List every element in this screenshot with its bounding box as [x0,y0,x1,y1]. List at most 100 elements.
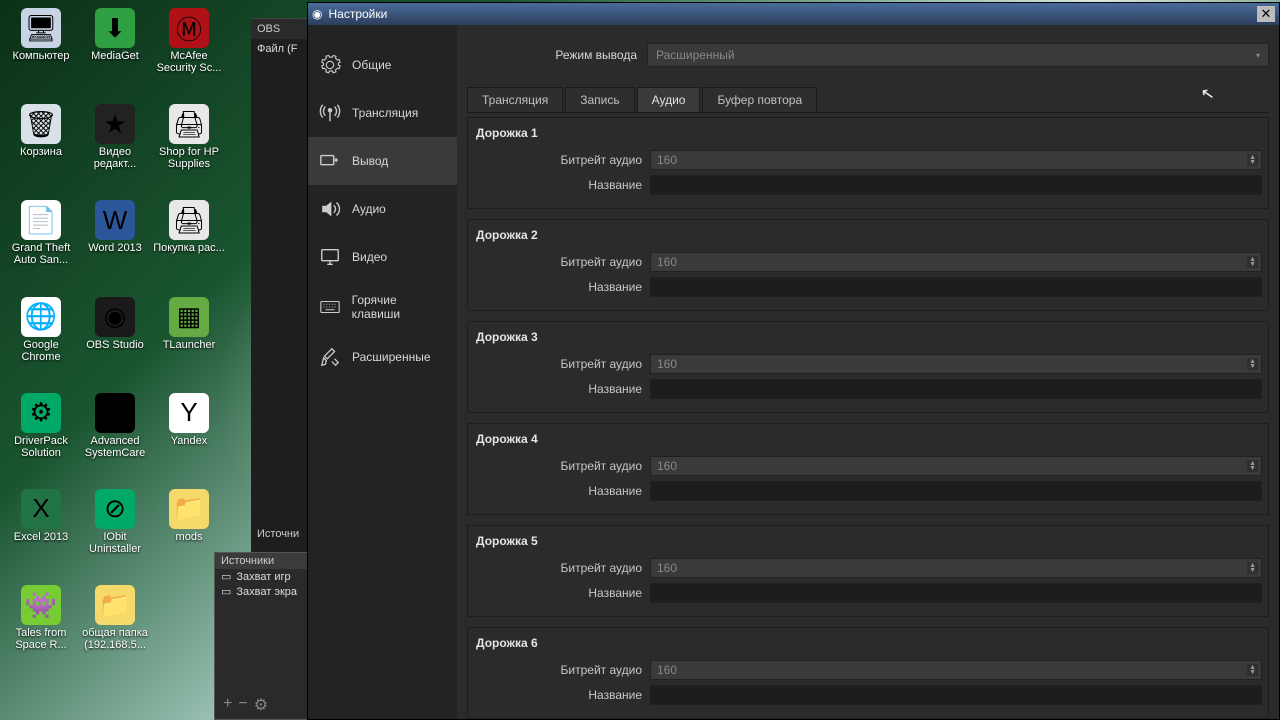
sources-panel[interactable]: Источники ▭Захват игр▭Захват экра + − ⚙ [214,552,310,720]
sidebar-item-label: Видео [352,250,387,264]
desktop-icon-label: DriverPack Solution [5,435,77,459]
trackname-input[interactable] [650,379,1262,399]
desktop-icon[interactable]: 🖨Shop for HP Supplies [152,104,226,170]
trackname-input[interactable] [650,277,1262,297]
desktop-icon[interactable]: ◯Advanced SystemCare [78,393,152,459]
desktop-icon-label: общая папка (192.168.5... [79,627,151,651]
desktop-icon[interactable]: ⊘IObit Uninstaller [78,489,152,555]
sidebar-item-label: Вывод [352,154,388,168]
spinner-icon[interactable]: ▲▼ [1247,562,1258,574]
source-item[interactable]: ▭Захват экра [215,584,309,599]
trackname-label: Название [474,688,650,702]
bitrate-label: Битрейт аудио [474,459,650,473]
source-label: Захват экра [236,586,297,598]
desktop-icon-label: Excel 2013 [14,531,68,543]
desktop-icon[interactable]: ◉OBS Studio [78,297,152,363]
app-icon: 🖨 [169,200,209,240]
desktop-icon-label: TLauncher [163,339,216,351]
bitrate-input[interactable]: 160 ▲▼ [650,558,1262,578]
tab-2[interactable]: Аудио [637,87,701,112]
sidebar-item-antenna[interactable]: Трансляция [308,89,457,137]
sidebar-item-label: Трансляция [352,106,418,120]
spinner-icon[interactable]: ▲▼ [1247,664,1258,676]
output-mode-combo[interactable]: Расширенный ▾ [647,43,1269,67]
bitrate-input[interactable]: 160 ▲▼ [650,456,1262,476]
desktop-icon[interactable]: 🖨 Покупка рас... [152,200,226,266]
obs-icon: ◉ [312,7,322,21]
app-icon: ▦ [169,297,209,337]
track-title: Дорожка 4 [476,432,1262,446]
desktop-icon-label: Покупка рас... [153,242,225,254]
bitrate-value: 160 [657,663,677,677]
bitrate-label: Битрейт аудио [474,663,650,677]
desktop-icon[interactable]: ⚙DriverPack Solution [4,393,78,459]
app-icon: 📁 [95,585,135,625]
bitrate-value: 160 [657,561,677,575]
sidebar-item-output[interactable]: Вывод [308,137,457,185]
spinner-icon[interactable]: ▲▼ [1247,460,1258,472]
desktop-icon-label: OBS Studio [86,339,143,351]
desktop-icon[interactable]: ▦ TLauncher [152,297,226,363]
bitrate-input[interactable]: 160 ▲▼ [650,660,1262,680]
remove-source-button[interactable]: − [238,695,247,715]
obs-menu-file[interactable]: Файл (F [251,39,311,59]
bitrate-label: Битрейт аудио [474,153,650,167]
desktop-icon-label: IObit Uninstaller [79,531,151,555]
tab-1[interactable]: Запись [565,87,634,112]
desktop-icon[interactable]: 👾Tales from Space R... [4,585,78,651]
desktop-icon[interactable]: ★Видео редакт... [78,104,152,170]
desktop-icon[interactable]: YYandex [152,393,226,459]
audio-track-1: Дорожка 1 Битрейт аудио 160 ▲▼ Название [467,117,1269,209]
desktop-icon[interactable]: 🖥Компьютер [4,8,78,74]
trackname-input[interactable] [650,685,1262,705]
tab-3[interactable]: Буфер повтора [702,87,817,112]
tab-0[interactable]: Трансляция [467,87,563,112]
bitrate-input[interactable]: 160 ▲▼ [650,354,1262,374]
trackname-label: Название [474,382,650,396]
desktop-icon[interactable]: XExcel 2013 [4,489,78,555]
monitor-icon [318,245,342,269]
sidebar-item-gear[interactable]: Общие [308,41,457,89]
desktop-icon[interactable]: 🗑Корзина [4,104,78,170]
bitrate-input[interactable]: 160 ▲▼ [650,252,1262,272]
bitrate-input[interactable]: 160 ▲▼ [650,150,1262,170]
spinner-icon[interactable]: ▲▼ [1247,256,1258,268]
settings-titlebar[interactable]: ◉ Настройки ✕ [308,3,1279,25]
desktop-icon[interactable]: ⬇MediaGet [78,8,152,74]
audio-track-6: Дорожка 6 Битрейт аудио 160 ▲▼ Название [467,627,1269,719]
track-title: Дорожка 6 [476,636,1262,650]
close-icon[interactable]: ✕ [1257,6,1275,22]
output-tabs: ТрансляцияЗаписьАудиоБуфер повтора [467,87,1269,113]
sidebar-item-tools[interactable]: Расширенные [308,333,457,381]
desktop-icon[interactable]: WWord 2013 [78,200,152,266]
desktop-icon-label: Корзина [20,146,62,158]
audio-track-5: Дорожка 5 Битрейт аудио 160 ▲▼ Название [467,525,1269,617]
keyboard-icon [318,295,342,319]
sidebar-item-monitor[interactable]: Видео [308,233,457,281]
desktop-icon[interactable]: ⓂMcAfee Security Sc... [152,8,226,74]
sidebar-item-label: Расширенные [352,350,431,364]
app-icon: ⬇ [95,8,135,48]
settings-sidebar: Общие Трансляция Вывод Аудио Видео Горячие кл… [308,25,457,719]
desktop-icon[interactable]: 🌐Google Chrome [4,297,78,363]
bitrate-value: 160 [657,255,677,269]
app-icon: Ⓜ [169,8,209,48]
app-icon: Y [169,393,209,433]
source-settings-button[interactable]: ⚙ [254,695,268,715]
source-item[interactable]: ▭Захват игр [215,569,309,584]
bitrate-label: Битрейт аудио [474,357,650,371]
desktop-icon[interactable]: 📁общая папка (192.168.5... [78,585,152,651]
trackname-input[interactable] [650,175,1262,195]
sidebar-item-label: Горячие клавиши [352,293,447,321]
desktop-icon[interactable]: 📁mods [152,489,226,555]
spinner-icon[interactable]: ▲▼ [1247,358,1258,370]
output-mode-label: Режим вывода [467,48,647,62]
tools-icon [318,345,342,369]
add-source-button[interactable]: + [223,695,232,715]
sidebar-item-speaker[interactable]: Аудио [308,185,457,233]
spinner-icon[interactable]: ▲▼ [1247,154,1258,166]
trackname-input[interactable] [650,583,1262,603]
desktop-icon[interactable]: 📄Grand Theft Auto San... [4,200,78,266]
trackname-input[interactable] [650,481,1262,501]
sidebar-item-keyboard[interactable]: Горячие клавиши [308,281,457,333]
